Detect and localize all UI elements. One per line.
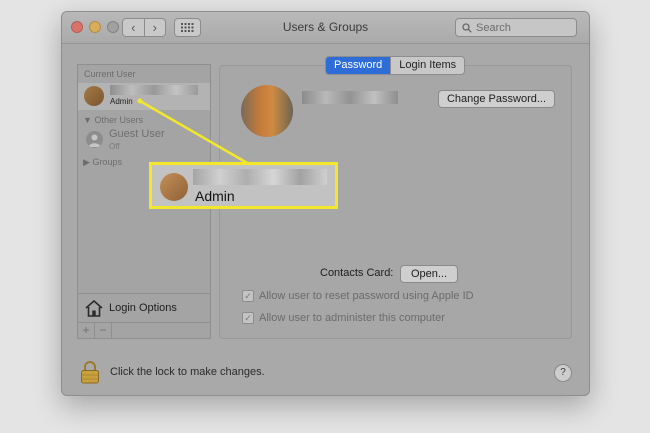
administer-option[interactable]: ✓ Allow user to administer this computer — [242, 312, 445, 324]
callout-role-label: Admin — [195, 188, 235, 204]
other-users-label: Other Users — [94, 115, 143, 125]
help-icon[interactable]: ? — [554, 364, 572, 382]
avatar — [84, 86, 104, 106]
contacts-card-label: Contacts Card: — [320, 267, 394, 279]
guest-user-icon — [86, 131, 103, 148]
redacted-user-name — [110, 85, 198, 95]
user-picture[interactable] — [241, 85, 293, 137]
groups-label: Groups — [92, 157, 122, 167]
disclosure-triangle-icon[interactable]: ▼ — [83, 115, 92, 125]
change-password-button[interactable]: Change Password... — [438, 90, 555, 108]
avatar — [160, 173, 188, 201]
add-user-button[interactable]: + — [78, 323, 95, 339]
login-options-label: Login Options — [109, 302, 177, 314]
reset-password-checkbox[interactable]: ✓ — [242, 290, 254, 302]
tab-bar: Password Login Items — [325, 56, 466, 75]
other-users-header: ▼ Other Users — [83, 115, 143, 125]
remove-user-button[interactable]: − — [95, 323, 112, 339]
reset-password-option[interactable]: ✓ Allow user to reset password using App… — [242, 290, 474, 302]
search-field[interactable]: Search — [455, 18, 577, 37]
sidebar-item-guest-user[interactable]: Guest User Off — [84, 127, 204, 153]
administer-checkbox[interactable]: ✓ — [242, 312, 254, 324]
reset-password-label: Allow user to reset password using Apple… — [259, 290, 474, 302]
search-placeholder: Search — [476, 21, 511, 34]
title-bar: ‹ › Users & Groups Search — [62, 12, 589, 44]
lock-message: Click the lock to make changes. — [110, 366, 265, 378]
house-icon — [85, 299, 103, 317]
open-contacts-button[interactable]: Open... — [400, 265, 458, 283]
disclosure-triangle-icon[interactable]: ▶ — [83, 157, 90, 167]
redacted-user-name — [193, 169, 327, 185]
search-icon — [462, 22, 472, 33]
sidebar-item-groups[interactable]: ▶ Groups — [83, 157, 122, 168]
sidebar-item-current-user[interactable]: Admin — [78, 83, 210, 110]
guest-user-name: Guest User — [109, 128, 165, 140]
login-options-item[interactable]: Login Options — [78, 293, 210, 322]
sidebar-footer: + − — [78, 322, 210, 339]
tab-password[interactable]: Password — [326, 57, 391, 74]
lock-icon[interactable] — [80, 360, 100, 384]
administer-label: Allow user to administer this computer — [259, 312, 445, 324]
current-user-role: Admin — [110, 97, 133, 106]
current-user-header: Current User — [84, 69, 136, 79]
tab-login-items[interactable]: Login Items — [390, 57, 465, 74]
guest-user-status: Off — [109, 142, 120, 151]
admin-highlight-callout: Admin — [149, 162, 338, 209]
redacted-full-name — [302, 91, 398, 104]
